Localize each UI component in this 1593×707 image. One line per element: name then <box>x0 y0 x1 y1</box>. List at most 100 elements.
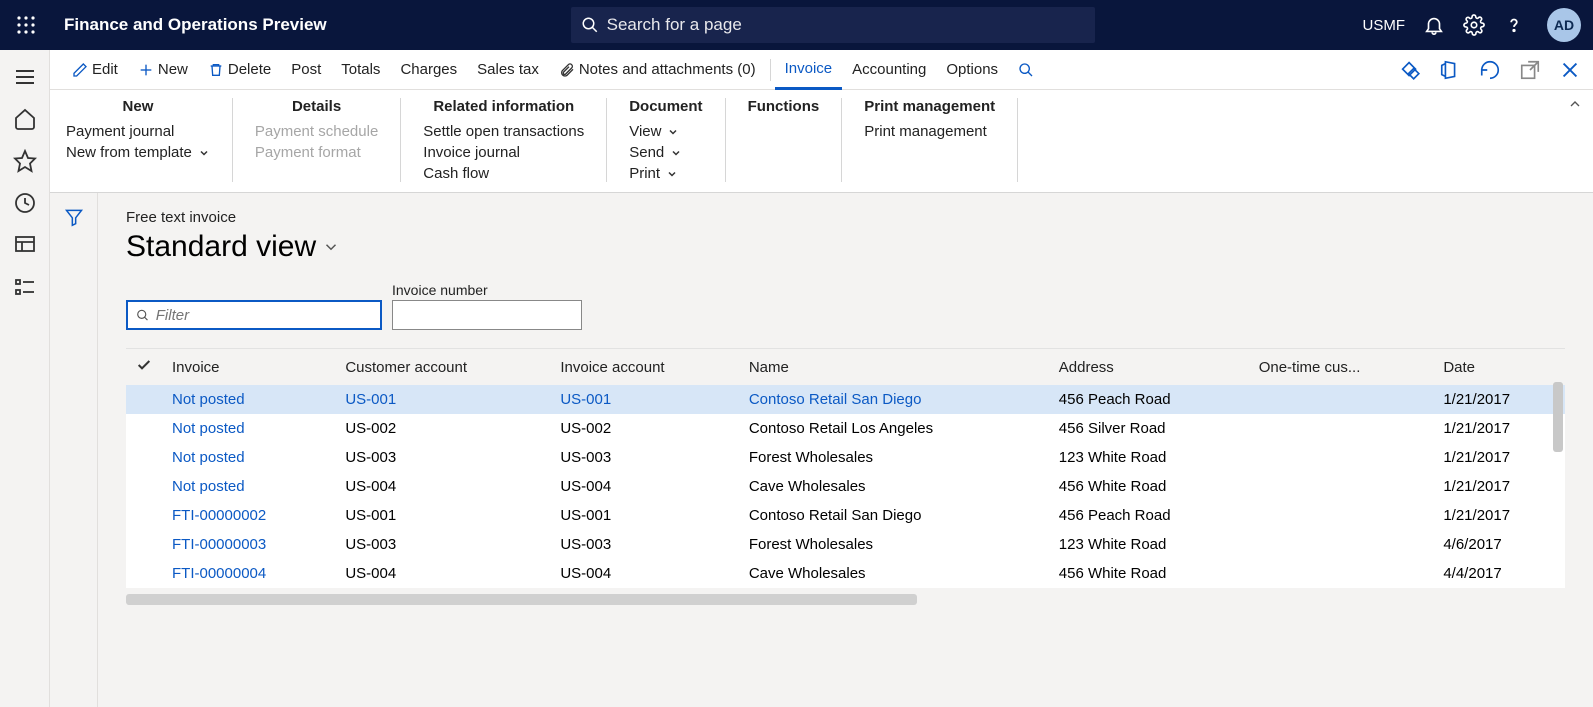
filter-rail <box>50 193 98 707</box>
command-bar: Edit New Delete Post Totals Charges Sale… <box>50 50 1593 90</box>
table-row[interactable]: Not postedUS-002US-002Contoso Retail Los… <box>126 414 1565 443</box>
search-icon <box>136 308 150 323</box>
col-customer[interactable]: Customer account <box>335 349 550 386</box>
invoice-link[interactable]: FTI-00000004 <box>172 565 266 582</box>
table-row[interactable]: FTI-00000004US-004US-004Cave Wholesales4… <box>126 559 1565 588</box>
ribbon-group-details: Details Payment schedule Payment format <box>233 98 401 182</box>
search-box[interactable] <box>571 7 1095 43</box>
funnel-icon[interactable] <box>64 207 84 707</box>
star-icon[interactable] <box>13 149 37 173</box>
payment-journal-button[interactable]: Payment journal <box>66 123 210 140</box>
invoice-grid: Invoice Customer account Invoice account… <box>126 348 1565 588</box>
company-code[interactable]: USMF <box>1363 17 1406 34</box>
ribbon-collapse-icon[interactable] <box>1567 96 1583 116</box>
customer-link[interactable]: US-001 <box>345 391 396 408</box>
tab-invoice[interactable]: Invoice <box>775 50 843 90</box>
notes-button[interactable]: Notes and attachments (0) <box>549 61 766 78</box>
chevron-down-icon <box>670 147 682 159</box>
invoice-link[interactable]: Not posted <box>172 420 245 437</box>
charges-button[interactable]: Charges <box>390 61 467 78</box>
send-button[interactable]: Send <box>629 144 702 161</box>
view-button[interactable]: View <box>629 123 702 140</box>
invoice-link[interactable]: Not posted <box>172 391 245 408</box>
diamond-icon[interactable] <box>1399 59 1421 81</box>
help-icon[interactable] <box>1503 14 1525 36</box>
tab-options[interactable]: Options <box>936 61 1008 78</box>
ribbon: New Payment journal New from template De… <box>50 90 1593 193</box>
settle-transactions-button[interactable]: Settle open transactions <box>423 123 584 140</box>
invoice-link[interactable]: FTI-00000003 <box>172 536 266 553</box>
print-button[interactable]: Print <box>629 165 702 182</box>
horizontal-scrollbar[interactable] <box>126 594 917 605</box>
ribbon-group-related: Related information Settle open transact… <box>401 98 607 182</box>
ribbon-group-document: Document View Send Print <box>607 98 725 182</box>
col-date[interactable]: Date <box>1433 349 1565 386</box>
left-rail <box>0 50 50 707</box>
search-input[interactable] <box>607 15 1085 35</box>
chevron-down-icon <box>667 126 679 138</box>
table-row[interactable]: FTI-00000002US-001US-001Contoso Retail S… <box>126 501 1565 530</box>
app-launcher-icon[interactable] <box>12 11 40 39</box>
user-avatar[interactable]: AD <box>1547 8 1581 42</box>
hamburger-icon[interactable] <box>13 65 37 89</box>
tab-accounting[interactable]: Accounting <box>842 61 936 78</box>
ribbon-group-new: New Payment journal New from template <box>66 98 233 182</box>
modules-icon[interactable] <box>13 275 37 299</box>
find-icon[interactable] <box>1008 62 1044 78</box>
cash-flow-button[interactable]: Cash flow <box>423 165 584 182</box>
invoice-link[interactable]: FTI-00000002 <box>172 507 266 524</box>
ribbon-group-printmgmt: Print management Print management <box>842 98 1018 182</box>
payment-schedule-button: Payment schedule <box>255 123 378 140</box>
select-all-header[interactable] <box>126 349 162 386</box>
edit-button[interactable]: Edit <box>62 61 128 78</box>
chevron-down-icon <box>198 147 210 159</box>
home-icon[interactable] <box>13 107 37 131</box>
invoice-link[interactable]: Not posted <box>172 449 245 466</box>
refresh-icon[interactable] <box>1479 59 1501 81</box>
new-from-template-button[interactable]: New from template <box>66 144 210 161</box>
table-row[interactable]: FTI-00000003US-003US-003Forest Wholesale… <box>126 530 1565 559</box>
chevron-down-icon <box>666 168 678 180</box>
name-link[interactable]: Contoso Retail San Diego <box>749 391 922 408</box>
gear-icon[interactable] <box>1463 14 1485 36</box>
invoice-journal-button[interactable]: Invoice journal <box>423 144 584 161</box>
paperclip-icon <box>559 62 575 78</box>
print-management-button[interactable]: Print management <box>864 123 995 140</box>
invoice-number-input[interactable] <box>392 300 582 330</box>
invoice-link[interactable]: Not posted <box>172 478 245 495</box>
pencil-icon <box>72 62 88 78</box>
office-icon[interactable] <box>1439 59 1461 81</box>
top-bar: Finance and Operations Preview USMF AD <box>0 0 1593 50</box>
plus-icon <box>138 62 154 78</box>
search-icon <box>581 16 599 34</box>
table-row[interactable]: Not posted US-001 US-001 Contoso Retail San… <box>126 385 1565 414</box>
col-invoice-account[interactable]: Invoice account <box>550 349 738 386</box>
workspace-icon[interactable] <box>13 233 37 257</box>
col-onetime[interactable]: One-time cus... <box>1249 349 1434 386</box>
col-address[interactable]: Address <box>1049 349 1249 386</box>
col-invoice[interactable]: Invoice <box>162 349 335 386</box>
popout-icon[interactable] <box>1519 59 1541 81</box>
bell-icon[interactable] <box>1423 14 1445 36</box>
table-row[interactable]: Not postedUS-004US-004Cave Wholesales456… <box>126 472 1565 501</box>
breadcrumb: Free text invoice <box>126 209 1565 226</box>
totals-button[interactable]: Totals <box>331 61 390 78</box>
delete-button[interactable]: Delete <box>198 61 281 78</box>
invoice-number-label: Invoice number <box>392 282 582 298</box>
col-name[interactable]: Name <box>739 349 1049 386</box>
new-button[interactable]: New <box>128 61 198 78</box>
quick-filter-input[interactable] <box>126 300 382 330</box>
trash-icon <box>208 62 224 78</box>
salestax-button[interactable]: Sales tax <box>467 61 549 78</box>
close-icon[interactable] <box>1559 59 1581 81</box>
check-icon <box>136 357 152 373</box>
post-button[interactable]: Post <box>281 61 331 78</box>
payment-format-button: Payment format <box>255 144 378 161</box>
recent-icon[interactable] <box>13 191 37 215</box>
app-title: Finance and Operations Preview <box>64 15 327 35</box>
view-title[interactable]: Standard view <box>126 230 1565 264</box>
vertical-scrollbar[interactable] <box>1553 382 1563 452</box>
table-row[interactable]: Not postedUS-003US-003Forest Wholesales1… <box>126 443 1565 472</box>
invoice-account-link[interactable]: US-001 <box>560 391 611 408</box>
chevron-down-icon <box>322 238 340 256</box>
